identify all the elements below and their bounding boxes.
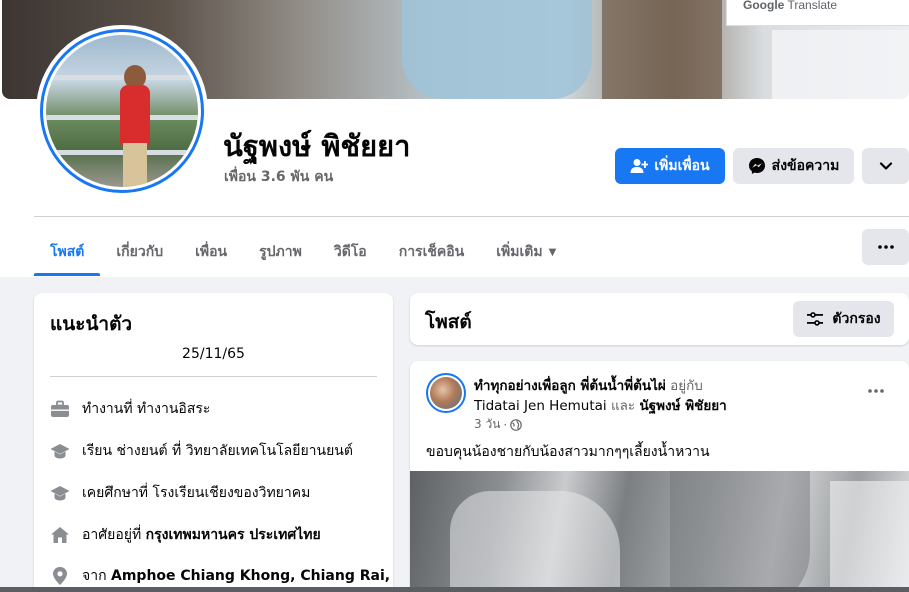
- intro-item-from: จาก Amphoe Chiang Khong, Chiang Rai,: [50, 565, 390, 587]
- intro-divider: [50, 376, 377, 377]
- intro-item-value[interactable]: Amphoe Chiang Khong, Chiang Rai,: [111, 568, 390, 584]
- intro-item-value[interactable]: โรงเรียนเชียงของวิทยาคม: [153, 485, 311, 501]
- message-button[interactable]: ส่งข้อความ: [733, 148, 854, 184]
- cover-photo-region: [402, 0, 592, 99]
- message-label: ส่งข้อความ: [771, 158, 840, 174]
- tagged-person[interactable]: นัฐพงษ์ พิชัยยา: [639, 398, 726, 414]
- intro-item-work: ทำงานที่ ทำงานอิสระ: [50, 398, 210, 420]
- intro-item-prefix: ทำงานที่: [82, 401, 138, 417]
- post-header-line: ทำทุกอย่างเพื่อลูก พี่ต้นน้ำพี่ต้นไผ่ อย…: [474, 374, 703, 396]
- intro-item-text: อาศัยอยู่ที่ กรุงเทพมหานคร ประเทศไทย: [82, 524, 321, 546]
- graduation-cap-icon: [50, 483, 70, 503]
- intro-item-value[interactable]: ทำงานอิสระ: [137, 401, 210, 417]
- post-with-text: อยู่กับ: [670, 378, 703, 394]
- intro-item-prefix: เคยศึกษาที่: [82, 485, 153, 501]
- tab-label: วิดีโอ: [333, 244, 367, 260]
- briefcase-icon: [50, 399, 70, 419]
- profile-tabs: โพสต์ เกี่ยวกับ เพื่อน รูปภาพ วิดีโอ การ…: [34, 228, 572, 276]
- tab-more[interactable]: เพิ่มเติม ▼: [480, 228, 572, 276]
- graduation-cap-icon: [50, 441, 70, 461]
- tab-check-ins[interactable]: การเช็คอิน: [383, 228, 481, 276]
- intro-item-value[interactable]: วิทยาลัยเทคโนโลยียานยนต์: [186, 443, 353, 459]
- tab-friends[interactable]: เพื่อน: [179, 228, 243, 276]
- photo-shelf: [46, 150, 198, 155]
- translate-brand: Google: [743, 0, 785, 12]
- caret-down-icon: ▼: [548, 246, 557, 258]
- post-image[interactable]: [410, 471, 909, 592]
- add-friend-button[interactable]: เพิ่มเพื่อน: [615, 148, 725, 184]
- post-image-region: [830, 481, 909, 592]
- tab-label: รูปภาพ: [259, 244, 302, 260]
- post-image-region: [450, 491, 620, 592]
- translate-label: Translate: [787, 0, 838, 12]
- intro-item-value[interactable]: กรุงเทพมหานคร ประเทศไทย: [146, 527, 321, 543]
- intro-item-prefix: อาศัยอยู่ที่: [82, 527, 146, 543]
- add-person-icon: [630, 159, 649, 173]
- intro-item-text: เคยศึกษาที่ โรงเรียนเชียงของวิทยาคม: [82, 482, 310, 504]
- post-card: ทำทุกอย่างเพื่อลูก พี่ต้นน้ำพี่ต้นไผ่ อย…: [410, 361, 909, 592]
- tabs-options-button[interactable]: [862, 229, 909, 265]
- intro-item-text: จาก Amphoe Chiang Khong, Chiang Rai,: [82, 565, 390, 587]
- profile-avatar[interactable]: [36, 25, 208, 197]
- filter-sliders-icon: [807, 312, 824, 326]
- profile-name: นัฐพงษ์ พิชัยยา: [223, 129, 411, 163]
- photo-person-body: [120, 85, 150, 145]
- profile-photo: [46, 35, 198, 187]
- intro-item-education: เรียน ช่างยนต์ ที่ วิทยาลัยเทคโนโลยียานย…: [50, 440, 353, 462]
- tab-label: เพื่อน: [195, 244, 228, 260]
- profile-options-button[interactable]: [862, 148, 909, 184]
- photo-shelf: [46, 75, 198, 80]
- post-meta: 3 วัน ·: [474, 415, 523, 434]
- intro-item-text: เรียน ช่างยนต์ ที่ วิทยาลัยเทคโนโลยียานย…: [82, 440, 353, 462]
- filter-label: ตัวกรอง: [832, 311, 881, 327]
- post-time[interactable]: 3 วัน: [474, 415, 500, 434]
- intro-bio: 25/11/65: [182, 346, 245, 362]
- photo-person-legs: [123, 143, 147, 187]
- post-author-name[interactable]: ทำทุกอย่างเพื่อลูก พี่ต้นน้ำพี่ต้นไผ่: [474, 378, 666, 394]
- home-icon: [50, 525, 70, 545]
- tab-photos[interactable]: รูปภาพ: [243, 228, 318, 276]
- add-friend-label: เพิ่มเพื่อน: [654, 158, 710, 174]
- intro-item-lives-in: อาศัยอยู่ที่ กรุงเทพมหานคร ประเทศไทย: [50, 524, 321, 546]
- friend-count[interactable]: เพื่อน 3.6 พัน คน: [224, 166, 333, 188]
- post-tagged-line: Tidatai Jen Hemutai และ นัฐพงษ์ พิชัยยา: [474, 394, 727, 416]
- tab-about[interactable]: เกี่ยวกับ: [100, 228, 179, 276]
- chevron-down-icon: [879, 162, 892, 170]
- posts-header-card: โพสต์ ตัวกรอง: [410, 293, 909, 345]
- intro-card: แนะนำตัว 25/11/65 ทำงานที่ ทำงานอิสระ เร…: [34, 293, 393, 592]
- post-and-text: และ: [610, 398, 636, 414]
- messenger-icon: [748, 158, 765, 174]
- story-ring: [40, 29, 204, 193]
- post-image-region: [670, 471, 810, 592]
- intro-item-prefix: เรียน ช่างยนต์ ที่: [82, 443, 186, 459]
- tab-label: เพิ่มเติม: [496, 244, 543, 260]
- tab-posts[interactable]: โพสต์: [34, 228, 101, 276]
- post-text: ขอบคุนน้องชายกับน้องสาวมากๆๆเลี้ยงน้ำหวา…: [426, 444, 710, 460]
- header-divider: [34, 216, 909, 217]
- globe-icon: [510, 418, 523, 431]
- post-author-photo: [430, 377, 462, 409]
- posts-title: โพสต์: [425, 311, 472, 333]
- taskbar-edge: [0, 587, 909, 592]
- more-dots-icon: [877, 245, 894, 249]
- tab-label: เกี่ยวกับ: [116, 244, 164, 260]
- tagged-person[interactable]: Tidatai Jen Hemutai: [474, 398, 607, 414]
- cover-photo-region: [602, 0, 722, 99]
- google-translate-popup[interactable]: Google Translate: [726, 0, 909, 26]
- cover-photo-region: [772, 30, 909, 99]
- post-options-button[interactable]: [862, 377, 890, 405]
- post-author-avatar[interactable]: [426, 373, 466, 413]
- location-pin-icon: [50, 566, 70, 586]
- filter-button[interactable]: ตัวกรอง: [793, 301, 894, 337]
- intro-item-school: เคยศึกษาที่ โรงเรียนเชียงของวิทยาคม: [50, 482, 310, 504]
- intro-title: แนะนำตัว: [50, 313, 133, 335]
- tab-videos[interactable]: วิดีโอ: [318, 228, 383, 276]
- intro-item-prefix: จาก: [82, 568, 111, 584]
- post-meta-separator: ·: [503, 417, 508, 432]
- tab-label: โพสต์: [50, 244, 85, 260]
- more-dots-icon: [868, 389, 884, 393]
- tab-label: การเช็คอิน: [398, 244, 465, 260]
- intro-item-text: ทำงานที่ ทำงานอิสระ: [82, 398, 210, 420]
- profile-header: Google Translate นัฐพงษ์ พิชัยยา เพื่อน …: [0, 0, 909, 277]
